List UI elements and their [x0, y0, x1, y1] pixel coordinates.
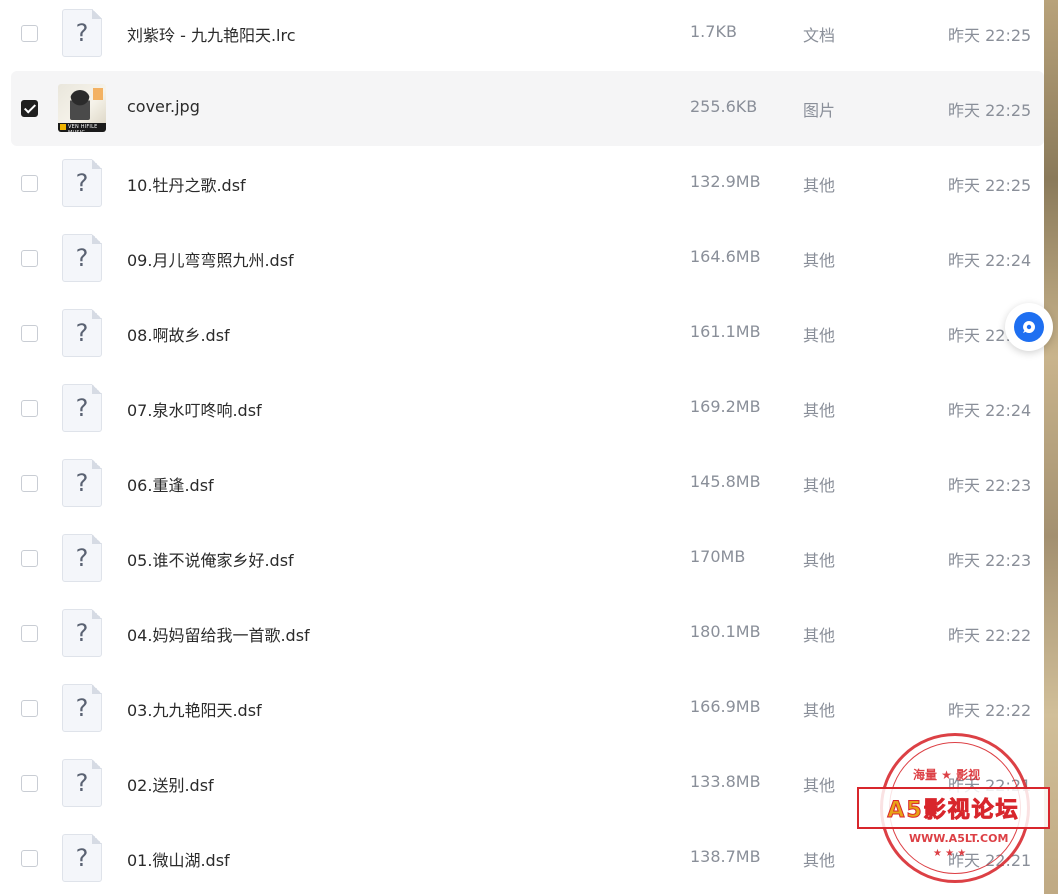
file-modified-time: 昨天 22:25 [948, 26, 1032, 45]
file-name[interactable]: cover.jpg [127, 97, 200, 116]
file-modified-time: 昨天 22:22 [948, 701, 1032, 720]
file-type: 其他 [803, 476, 836, 495]
file-name[interactable]: 09.月儿弯弯照九州.dsf [127, 247, 294, 271]
file-size: 164.6MB [690, 247, 761, 266]
file-modified-time: 昨天 22:24 [948, 251, 1032, 270]
file-modified-time: 昨天 22:24 [948, 401, 1032, 420]
file-size: 1.7KB [690, 22, 737, 41]
file-row[interactable]: ? 08.啊故乡.dsf 161.1MB 其他 昨天 22:24 [11, 296, 1044, 371]
chat-bubble-icon [1014, 312, 1044, 342]
file-type: 图片 [803, 101, 836, 120]
file-type: 其他 [803, 251, 836, 270]
file-size: 132.9MB [690, 172, 761, 191]
file-name[interactable]: 07.泉水叮咚响.dsf [127, 397, 262, 421]
file-size: 166.9MB [690, 697, 761, 716]
file-name[interactable]: 03.九九艳阳天.dsf [127, 697, 262, 721]
file-name[interactable]: 08.啊故乡.dsf [127, 322, 230, 346]
stamp-stars: ★ ★ ★ [933, 848, 967, 859]
file-name[interactable]: 04.妈妈留给我一首歌.dsf [127, 622, 310, 646]
unknown-file-icon[interactable]: ? [62, 759, 102, 807]
file-row-checkbox[interactable] [21, 325, 38, 342]
file-size: 169.2MB [690, 397, 761, 416]
file-row[interactable]: ? 09.月儿弯弯照九州.dsf 164.6MB 其他 昨天 22:24 [11, 221, 1044, 296]
file-row[interactable]: ? 07.泉水叮咚响.dsf 169.2MB 其他 昨天 22:24 [11, 371, 1044, 446]
file-row-checkbox[interactable] [21, 250, 38, 267]
file-modified-time: 昨天 22:22 [948, 626, 1032, 645]
file-modified-time: 昨天 22:23 [948, 476, 1032, 495]
floating-assistant-button[interactable] [1005, 303, 1053, 351]
file-row-checkbox[interactable] [21, 475, 38, 492]
file-list: ? 刘紫玲 - 九九艳阳天.lrc 1.7KB 文档 昨天 22:25 VEN HIFIL… [0, 0, 1044, 894]
file-row-checkbox[interactable] [21, 550, 38, 567]
file-type: 其他 [803, 701, 836, 720]
file-size: 255.6KB [690, 97, 758, 116]
unknown-file-icon[interactable]: ? [62, 384, 102, 432]
file-type: 其他 [803, 326, 836, 345]
unknown-file-icon[interactable]: ? [62, 609, 102, 657]
file-type: 其他 [803, 176, 836, 195]
file-type: 文档 [803, 26, 836, 45]
file-modified-time: 昨天 22:23 [948, 551, 1032, 570]
file-name[interactable]: 02.送别.dsf [127, 772, 214, 796]
file-name[interactable]: 刘紫玲 - 九九艳阳天.lrc [127, 22, 296, 46]
file-row-checkbox[interactable] [21, 25, 38, 42]
file-row[interactable]: ? 05.谁不说俺家乡好.dsf 170MB 其他 昨天 22:23 [11, 521, 1044, 596]
file-name[interactable]: 05.谁不说俺家乡好.dsf [127, 547, 294, 571]
file-row-checkbox[interactable] [21, 625, 38, 642]
unknown-file-icon[interactable]: ? [62, 534, 102, 582]
watermark-banner: A5影视论坛 [857, 787, 1050, 829]
file-row[interactable]: ? 04.妈妈留给我一首歌.dsf 180.1MB 其他 昨天 22:22 [11, 596, 1044, 671]
file-row[interactable]: ? 03.九九艳阳天.dsf 166.9MB 其他 昨天 22:22 [11, 671, 1044, 746]
file-row[interactable]: ? 刘紫玲 - 九九艳阳天.lrc 1.7KB 文档 昨天 22:25 [11, 0, 1044, 71]
file-size: 133.8MB [690, 772, 761, 791]
file-row[interactable]: ? 06.重逢.dsf 145.8MB 其他 昨天 22:23 [11, 446, 1044, 521]
stamp-url: WWW.A5LT.COM [909, 832, 1009, 845]
file-row[interactable]: ? 10.牡丹之歌.dsf 132.9MB 其他 昨天 22:25 [11, 146, 1044, 221]
file-modified-time: 昨天 22:25 [948, 101, 1032, 120]
file-name[interactable]: 01.微山湖.dsf [127, 847, 230, 871]
file-size: 170MB [690, 547, 746, 566]
unknown-file-icon[interactable]: ? [62, 159, 102, 207]
file-size: 138.7MB [690, 847, 761, 866]
file-type: 其他 [803, 551, 836, 570]
unknown-file-icon[interactable]: ? [62, 9, 102, 57]
file-row-checkbox[interactable] [21, 175, 38, 192]
file-size: 145.8MB [690, 472, 761, 491]
unknown-file-icon[interactable]: ? [62, 684, 102, 732]
file-row-checkbox[interactable] [21, 400, 38, 417]
image-thumbnail[interactable]: VEN HIFILE MUSIC [58, 84, 106, 132]
background-image-strip [1044, 0, 1058, 894]
watermark-banner-text: A5影视论坛 [887, 798, 1020, 824]
file-row-checkbox[interactable] [21, 775, 38, 792]
unknown-file-icon[interactable]: ? [62, 234, 102, 282]
file-type: 其他 [803, 401, 836, 420]
file-type: 其他 [803, 851, 836, 870]
file-row-checkbox[interactable] [21, 850, 38, 867]
file-type: 其他 [803, 776, 836, 795]
file-name[interactable]: 10.牡丹之歌.dsf [127, 172, 246, 196]
file-modified-time: 昨天 22:25 [948, 176, 1032, 195]
file-row[interactable]: VEN HIFILE MUSIC cover.jpg 255.6KB 图片 昨天 22:… [11, 71, 1044, 146]
file-size: 180.1MB [690, 622, 761, 641]
file-row-checkbox[interactable] [21, 700, 38, 717]
stamp-top-text: 海量 ★ 影视 [913, 768, 981, 782]
file-row-checkbox[interactable] [21, 100, 38, 117]
unknown-file-icon[interactable]: ? [62, 309, 102, 357]
unknown-file-icon[interactable]: ? [62, 834, 102, 882]
file-name[interactable]: 06.重逢.dsf [127, 472, 214, 496]
file-size: 161.1MB [690, 322, 761, 341]
unknown-file-icon[interactable]: ? [62, 459, 102, 507]
file-type: 其他 [803, 626, 836, 645]
